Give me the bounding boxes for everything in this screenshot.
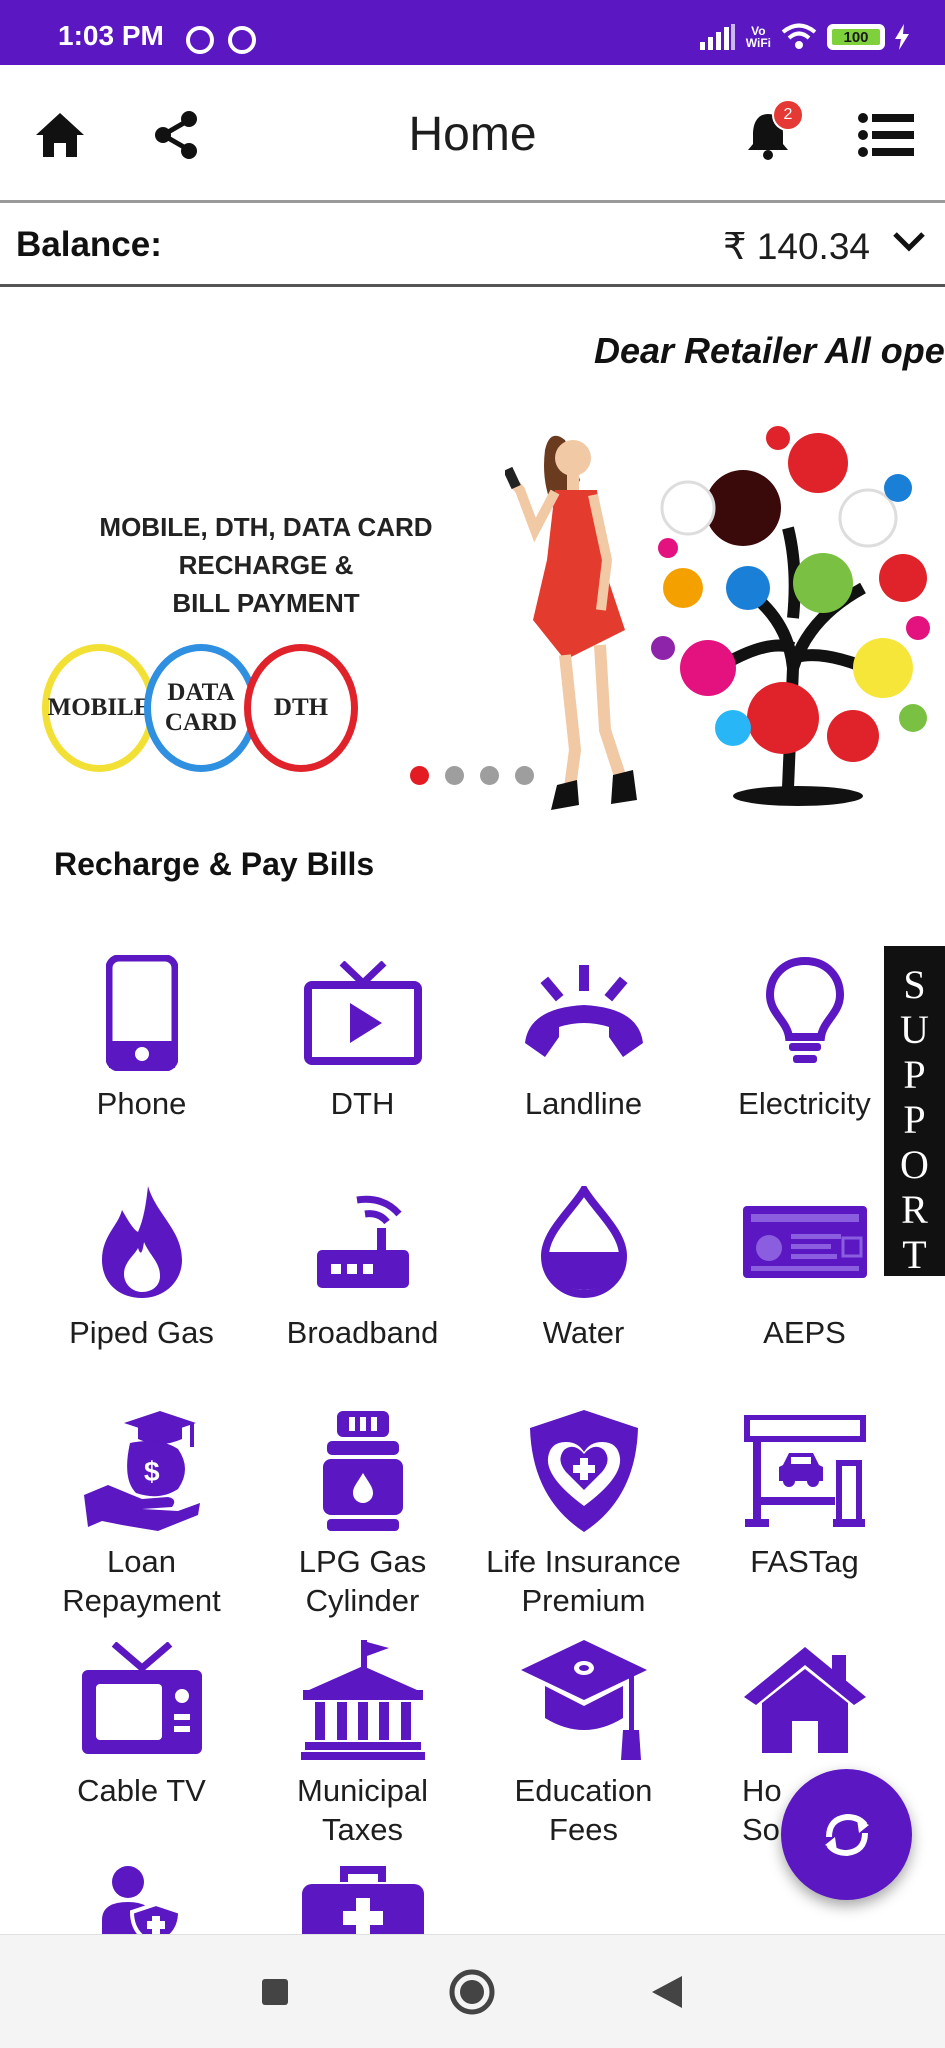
service-medical[interactable] (252, 1864, 473, 1934)
phone-icon (105, 955, 178, 1071)
service-loan-repayment[interactable]: $ Loan Repayment (31, 1406, 252, 1621)
flame-icon (101, 1186, 182, 1298)
system-home-button[interactable] (445, 1965, 499, 2019)
section-title: Recharge & Pay Bills (54, 846, 375, 882)
charging-icon (895, 24, 909, 50)
svg-text:$: $ (144, 1456, 160, 1487)
promo-banner[interactable]: MOBILE, DTH, DATA CARD RECHARGE & BILL P… (0, 400, 945, 820)
triangle-back-icon (652, 1976, 682, 2008)
wifi-icon (781, 23, 817, 49)
signal-icon (699, 24, 735, 50)
insurance-shield-icon (529, 1410, 638, 1532)
support-tab[interactable]: SUPPORT (884, 946, 945, 1277)
announcement-text: Dear Retailer All oper (594, 330, 945, 371)
notifications-button[interactable]: 2 (738, 99, 804, 165)
service-phone[interactable]: Phone (31, 948, 252, 1163)
service-education-fees[interactable]: Education Fees (473, 1635, 694, 1850)
list-menu-icon (858, 113, 914, 157)
router-icon (316, 1195, 409, 1288)
support-label: SUPPORT (900, 962, 929, 1277)
service-electricity[interactable]: Electricity (694, 948, 915, 1163)
chevron-down-icon[interactable] (889, 221, 929, 261)
cable-tv-icon (81, 1642, 202, 1754)
battery-icon: 100 (827, 24, 885, 50)
announcement-marquee: Dear Retailer All oper (0, 330, 945, 380)
health-insurance-icon (101, 1866, 182, 1934)
service-lpg-cylinder[interactable]: LPG Gas Cylinder (252, 1406, 473, 1621)
notification-badge: 2 (772, 99, 804, 131)
system-navigation-bar (0, 1934, 945, 2048)
balance-bar[interactable]: Balance: ₹ 140.34 (0, 205, 945, 287)
refresh-fab[interactable] (781, 1769, 912, 1900)
banner-ring-mobile: MOBILE (42, 644, 156, 772)
notification-app-icon-2 (228, 26, 256, 54)
service-aeps[interactable]: AEPS (694, 1177, 915, 1392)
water-drop-icon (540, 1186, 627, 1298)
balance-value: ₹ 140.34 (723, 226, 870, 267)
recents-button[interactable] (248, 1965, 302, 2019)
gas-cylinder-icon (322, 1411, 403, 1531)
service-health-insurance[interactable] (31, 1864, 252, 1934)
house-icon (743, 1647, 866, 1753)
circle-home-icon (449, 1969, 495, 2015)
notification-app-icon (186, 26, 214, 54)
sync-icon (824, 1813, 869, 1856)
tv-play-icon (303, 961, 422, 1065)
carousel-dot-3[interactable] (480, 766, 499, 785)
service-municipal-taxes[interactable]: Municipal Taxes (252, 1635, 473, 1850)
service-life-insurance[interactable]: Life Insurance Premium (473, 1406, 694, 1621)
loan-icon: $ (83, 1411, 200, 1531)
carousel-dot-2[interactable] (445, 766, 464, 785)
service-piped-gas[interactable]: Piped Gas (31, 1177, 252, 1392)
woman-with-phone-illustration (505, 435, 637, 810)
graduation-cap-icon (520, 1640, 647, 1760)
carousel-dot-1[interactable] (410, 766, 429, 785)
service-dth[interactable]: DTH (252, 948, 473, 1163)
brand-tree-illustration (651, 426, 930, 806)
balance-label: Balance: (16, 225, 162, 264)
back-button[interactable] (640, 1965, 694, 2019)
service-fastag[interactable]: FASTag (694, 1406, 915, 1621)
vowifi-indicator: Vo WiFi (745, 24, 771, 50)
service-landline[interactable]: Landline (473, 948, 694, 1163)
aadhaar-card-icon (742, 1206, 867, 1278)
landline-icon (524, 965, 643, 1057)
banner-ring-dth: DTH (244, 644, 358, 772)
toll-booth-icon (743, 1415, 866, 1527)
municipal-building-icon (300, 1640, 425, 1760)
medical-kit-icon (301, 1866, 424, 1934)
status-bar: 1:03 PM Vo WiFi 100 (0, 0, 945, 65)
menu-button[interactable] (856, 105, 916, 165)
service-broadband[interactable]: Broadband (252, 1177, 473, 1392)
service-water[interactable]: Water (473, 1177, 694, 1392)
square-icon (262, 1979, 288, 2005)
status-time: 1:03 PM (58, 20, 164, 51)
carousel-indicator (410, 766, 534, 785)
banner-headline: MOBILE, DTH, DATA CARD RECHARGE & BILL P… (99, 512, 433, 618)
banner-ring-datacard: DATA CARD (144, 644, 258, 772)
service-cable-tv[interactable]: Cable TV (31, 1635, 252, 1850)
carousel-dot-4[interactable] (515, 766, 534, 785)
bulb-icon (765, 957, 844, 1063)
app-header: Home 2 (0, 65, 945, 203)
